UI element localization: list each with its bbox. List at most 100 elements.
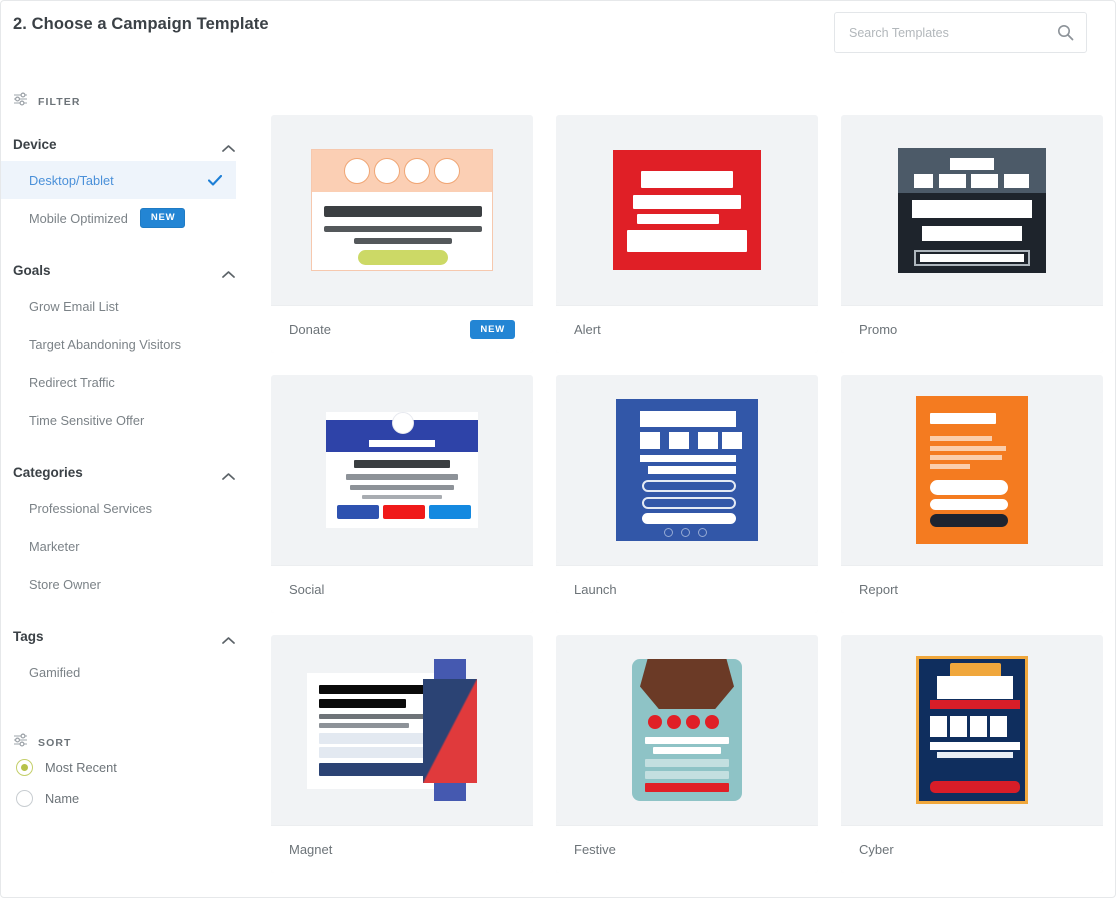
template-card-report[interactable]: Report bbox=[841, 375, 1103, 613]
chevron-up-icon[interactable] bbox=[222, 140, 235, 152]
filter-option-store-owner[interactable]: Store Owner bbox=[13, 565, 257, 603]
filter-option-label: Mobile Optimized bbox=[29, 210, 128, 226]
template-name: Festive bbox=[574, 842, 616, 857]
festive-preview-art bbox=[632, 659, 742, 801]
sort-section: SORT Most Recent Name bbox=[13, 733, 257, 814]
template-name: Social bbox=[289, 582, 325, 597]
filter-label: FILTER bbox=[38, 95, 81, 108]
facet-tags-title: Tags bbox=[13, 628, 44, 644]
check-icon bbox=[207, 174, 223, 186]
sort-option-name[interactable]: Name bbox=[13, 783, 257, 814]
filter-sliders-icon bbox=[13, 92, 28, 111]
filter-option-target-abandoning-visitors[interactable]: Target Abandoning Visitors bbox=[13, 325, 257, 363]
template-card-donate[interactable]: Donate NEW bbox=[271, 115, 533, 353]
launch-preview-art bbox=[616, 399, 758, 541]
filter-sidebar: FILTER Device Desktop/Tablet Mobile Opti… bbox=[1, 66, 257, 898]
new-badge: NEW bbox=[139, 208, 186, 228]
template-thumbnail bbox=[556, 115, 818, 305]
template-card-launch[interactable]: Launch bbox=[556, 375, 818, 613]
sort-option-label: Most Recent bbox=[45, 760, 117, 775]
facet-tags-header[interactable]: Tags bbox=[13, 625, 257, 647]
filter-heading: FILTER bbox=[13, 92, 257, 111]
template-thumbnail bbox=[556, 375, 818, 565]
template-name: Report bbox=[859, 582, 899, 597]
template-thumbnail bbox=[271, 115, 533, 305]
template-card-cyber[interactable]: Cyber bbox=[841, 635, 1103, 873]
search-templates-box[interactable] bbox=[834, 12, 1087, 53]
filter-option-label: Redirect Traffic bbox=[29, 374, 115, 390]
alert-preview-art bbox=[613, 150, 761, 270]
template-card-footer: Magnet bbox=[271, 825, 533, 873]
chevron-up-icon[interactable] bbox=[222, 632, 235, 644]
template-card-social[interactable]: Social bbox=[271, 375, 533, 613]
template-card-footer: Launch bbox=[556, 565, 818, 613]
template-card-footer: Alert bbox=[556, 305, 818, 353]
filter-option-redirect-traffic[interactable]: Redirect Traffic bbox=[13, 363, 257, 401]
template-card-footer: Social bbox=[271, 565, 533, 613]
filter-option-marketer[interactable]: Marketer bbox=[13, 527, 257, 565]
template-card-footer: Festive bbox=[556, 825, 818, 873]
facet-categories-title: Categories bbox=[13, 464, 83, 480]
cyber-preview-art bbox=[916, 656, 1028, 804]
filter-option-label: Gamified bbox=[29, 664, 81, 680]
template-name: Alert bbox=[574, 322, 601, 337]
filter-option-time-sensitive-offer[interactable]: Time Sensitive Offer bbox=[13, 401, 257, 439]
new-badge: NEW bbox=[470, 319, 515, 340]
filter-option-mobile-optimized[interactable]: Mobile Optimized NEW bbox=[13, 199, 257, 237]
social-preview-art bbox=[326, 412, 478, 528]
filter-option-label: Target Abandoning Visitors bbox=[29, 336, 182, 352]
template-card-footer: Report bbox=[841, 565, 1103, 613]
template-thumbnail bbox=[556, 635, 818, 825]
facet-goals: Goals Grow Email List Target Abandoning … bbox=[13, 259, 257, 439]
template-card-festive[interactable]: Festive bbox=[556, 635, 818, 873]
facet-categories-header[interactable]: Categories bbox=[13, 461, 257, 483]
template-card-footer: Donate NEW bbox=[271, 305, 533, 353]
facet-tags: Tags Gamified bbox=[13, 625, 257, 691]
filter-option-desktop-tablet[interactable]: Desktop/Tablet bbox=[1, 161, 236, 199]
facet-goals-title: Goals bbox=[13, 262, 51, 278]
template-chooser-panel: 2. Choose a Campaign Template Search Tem… bbox=[0, 0, 1116, 898]
template-thumbnail bbox=[841, 115, 1103, 305]
facet-device-title: Device bbox=[13, 136, 57, 152]
radio-selected-icon[interactable] bbox=[16, 759, 33, 776]
sort-heading: SORT bbox=[13, 733, 257, 752]
template-thumbnail bbox=[271, 635, 533, 825]
filter-option-label: Store Owner bbox=[29, 576, 101, 592]
facet-categories: Categories Professional Services Markete… bbox=[13, 461, 257, 603]
chevron-up-icon[interactable] bbox=[222, 266, 235, 278]
page-title: 2. Choose a Campaign Template bbox=[13, 15, 269, 33]
template-name: Promo bbox=[859, 322, 898, 337]
search-icon[interactable] bbox=[1057, 24, 1074, 41]
filter-option-gamified[interactable]: Gamified bbox=[13, 653, 257, 691]
filter-option-label: Marketer bbox=[29, 538, 80, 554]
sort-option-most-recent[interactable]: Most Recent bbox=[13, 752, 257, 783]
sort-option-label: Name bbox=[45, 791, 80, 806]
template-card-magnet[interactable]: Magnet bbox=[271, 635, 533, 873]
template-card-promo[interactable]: Promo bbox=[841, 115, 1103, 353]
filter-option-professional-services[interactable]: Professional Services bbox=[13, 489, 257, 527]
sort-sliders-icon bbox=[13, 733, 28, 752]
facet-device: Device Desktop/Tablet Mobile Optimized N… bbox=[1, 133, 257, 237]
template-name: Cyber bbox=[859, 842, 894, 857]
filter-option-grow-email-list[interactable]: Grow Email List bbox=[13, 287, 257, 325]
radio-unselected-icon[interactable] bbox=[16, 790, 33, 807]
chevron-up-icon[interactable] bbox=[222, 468, 235, 480]
search-input[interactable] bbox=[835, 13, 1035, 52]
filter-option-label: Grow Email List bbox=[29, 298, 119, 314]
template-name: Donate bbox=[289, 322, 331, 337]
promo-preview-art bbox=[898, 147, 1046, 273]
template-card-footer: Promo bbox=[841, 305, 1103, 353]
facet-device-header[interactable]: Device bbox=[13, 133, 257, 155]
template-thumbnail bbox=[841, 635, 1103, 825]
template-grid: Donate NEW Alert Promo Social Launch Rep… bbox=[271, 115, 1116, 873]
magnet-preview-art bbox=[307, 659, 497, 801]
template-card-footer: Cyber bbox=[841, 825, 1103, 873]
template-thumbnail bbox=[271, 375, 533, 565]
donate-preview-art bbox=[311, 149, 493, 271]
template-name: Magnet bbox=[289, 842, 333, 857]
facet-goals-header[interactable]: Goals bbox=[13, 259, 257, 281]
template-card-alert[interactable]: Alert bbox=[556, 115, 818, 353]
filter-option-label: Desktop/Tablet bbox=[29, 172, 114, 188]
header: 2. Choose a Campaign Template bbox=[1, 1, 1116, 66]
sort-label: SORT bbox=[38, 736, 72, 749]
